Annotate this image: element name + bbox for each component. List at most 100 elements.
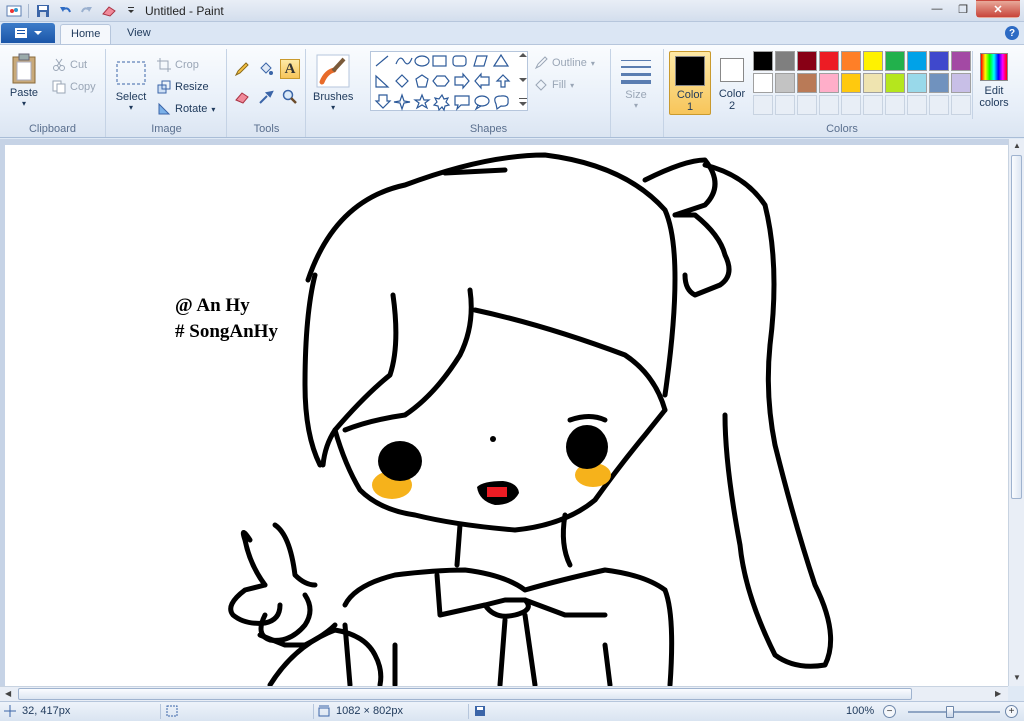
scroll-right-icon[interactable]: ▶ (995, 689, 1001, 698)
rotate-icon (158, 102, 171, 115)
status-bar: 32, 417px 1082 × 802px 100% − + (0, 701, 1024, 721)
shapes-gallery-icons (374, 53, 527, 112)
quick-access-toolbar (4, 2, 141, 20)
scroll-down-icon[interactable]: ▼ (1013, 673, 1021, 682)
ribbon-tab-row: Home View ? (0, 22, 1024, 44)
watermark-text: @ An Hy # SongAnHy (175, 295, 278, 342)
shapes-group-label: Shapes (469, 123, 508, 135)
maximize-button[interactable]: ❐ (950, 0, 976, 18)
vertical-scrollbar[interactable]: ▲ ▼ (1008, 139, 1024, 686)
tools-group: A Tools (228, 49, 306, 137)
paste-icon (8, 53, 40, 85)
text-a-icon: A (284, 60, 296, 77)
separator (28, 4, 29, 18)
paint-bucket-icon (260, 62, 273, 75)
line-size-icon (620, 55, 652, 87)
pencil-icon (234, 62, 249, 77)
drawing-artwork (228, 152, 834, 686)
paste-label: Paste (9, 87, 39, 99)
crop-button[interactable]: Crop (157, 55, 199, 75)
brush-icon (315, 53, 351, 89)
colors-group-label: Colors (826, 123, 858, 135)
eraser-icon[interactable] (99, 2, 119, 20)
size-label: Size (625, 89, 647, 101)
window-title: Untitled - Paint (145, 4, 224, 18)
image-group-label: Image (151, 123, 182, 135)
copy-button[interactable]: Copy (52, 77, 96, 97)
crosshair-icon (4, 705, 16, 717)
zoom-out-button[interactable]: − (883, 705, 896, 718)
zoom-in-button[interactable]: + (1005, 705, 1018, 718)
outline-pencil-icon (534, 56, 548, 70)
paste-button[interactable]: Paste ▾ (8, 53, 40, 108)
workspace: @ An Hy # SongAnHy (0, 139, 1024, 686)
select-button[interactable]: Select ▾ (115, 57, 147, 112)
color-picker-tool[interactable] (256, 87, 276, 107)
eraser-tool[interactable] (232, 87, 252, 107)
save-icon (475, 706, 485, 716)
crop-icon (157, 58, 171, 72)
paint-app-icon[interactable] (4, 2, 24, 20)
undo-icon[interactable] (55, 2, 75, 20)
file-size (474, 705, 486, 717)
select-icon (115, 57, 147, 89)
size-button[interactable]: Size ▾ (620, 55, 652, 110)
zoom-slider-track[interactable] (908, 711, 1000, 713)
cut-button[interactable]: Cut (52, 55, 87, 75)
help-icon[interactable]: ? (1005, 26, 1019, 40)
tab-home[interactable]: Home (60, 24, 112, 44)
customize-qat-chevron-icon[interactable] (121, 2, 141, 20)
text-tool[interactable]: A (280, 59, 300, 79)
outline-button[interactable]: Outline ▾ (534, 53, 595, 73)
horizontal-scroll-thumb[interactable] (18, 688, 912, 700)
zoom-slider-thumb[interactable] (946, 706, 954, 718)
scissors-icon (53, 58, 65, 71)
save-icon[interactable] (33, 2, 53, 20)
tab-view[interactable]: View (117, 24, 161, 44)
resize-icon (157, 80, 171, 94)
select-label: Select (115, 91, 147, 103)
selection-icon (166, 705, 178, 717)
drawing-canvas[interactable]: @ An Hy # SongAnHy (5, 145, 1008, 686)
size-group: Size ▾ (612, 49, 664, 137)
magnifier-tool[interactable] (280, 87, 300, 107)
colors-group: Colors (665, 49, 1019, 137)
pencil-tool[interactable] (232, 59, 252, 79)
fill-bucket-icon (535, 79, 547, 91)
brushes-label: Brushes (313, 91, 354, 103)
redo-icon[interactable] (77, 2, 97, 20)
shapes-gallery[interactable] (370, 51, 528, 112)
eyedropper-icon (259, 90, 274, 104)
image-size: 1082 × 802px (318, 705, 403, 717)
paint-menu-button[interactable] (1, 23, 55, 43)
separator (468, 704, 469, 719)
clipboard-group: Paste ▾ Cut Copy Clipboard (0, 49, 106, 137)
title-bar: Untitled - Paint — ❐ ✕ (0, 0, 1024, 22)
scroll-up-icon[interactable]: ▲ (1013, 141, 1021, 150)
horizontal-scrollbar[interactable]: ◀ ▶ (0, 686, 1008, 701)
fill-button[interactable]: Fill ▾ (534, 75, 574, 95)
image-group: Select ▾ Crop Resize Rotate ▾ Image (107, 49, 227, 137)
resize-button[interactable]: Resize (157, 77, 209, 97)
scroll-left-icon[interactable]: ◀ (5, 689, 11, 698)
minimize-button[interactable]: — (924, 0, 950, 18)
window-controls: — ❐ ✕ (924, 0, 1020, 18)
selection-size (166, 705, 178, 717)
chevron-down-icon (34, 31, 42, 35)
separator (313, 704, 314, 719)
tools-group-label: Tools (253, 123, 280, 135)
copy-icon (52, 80, 66, 94)
zoom-level: 100% (846, 705, 875, 717)
rotate-button[interactable]: Rotate ▾ (157, 99, 215, 119)
brushes-button[interactable]: Brushes ▾ (313, 53, 353, 112)
image-size-icon (318, 705, 330, 717)
magnifier-icon (282, 89, 297, 104)
separator (160, 704, 161, 719)
brushes-group: Brushes ▾ (307, 49, 367, 137)
clipboard-group-label: Clipboard (28, 123, 77, 135)
eraser-icon (235, 92, 249, 104)
vertical-scroll-thumb[interactable] (1011, 155, 1022, 499)
close-button[interactable]: ✕ (976, 0, 1020, 18)
cursor-position: 32, 417px (4, 705, 70, 717)
fill-tool[interactable] (256, 59, 276, 79)
